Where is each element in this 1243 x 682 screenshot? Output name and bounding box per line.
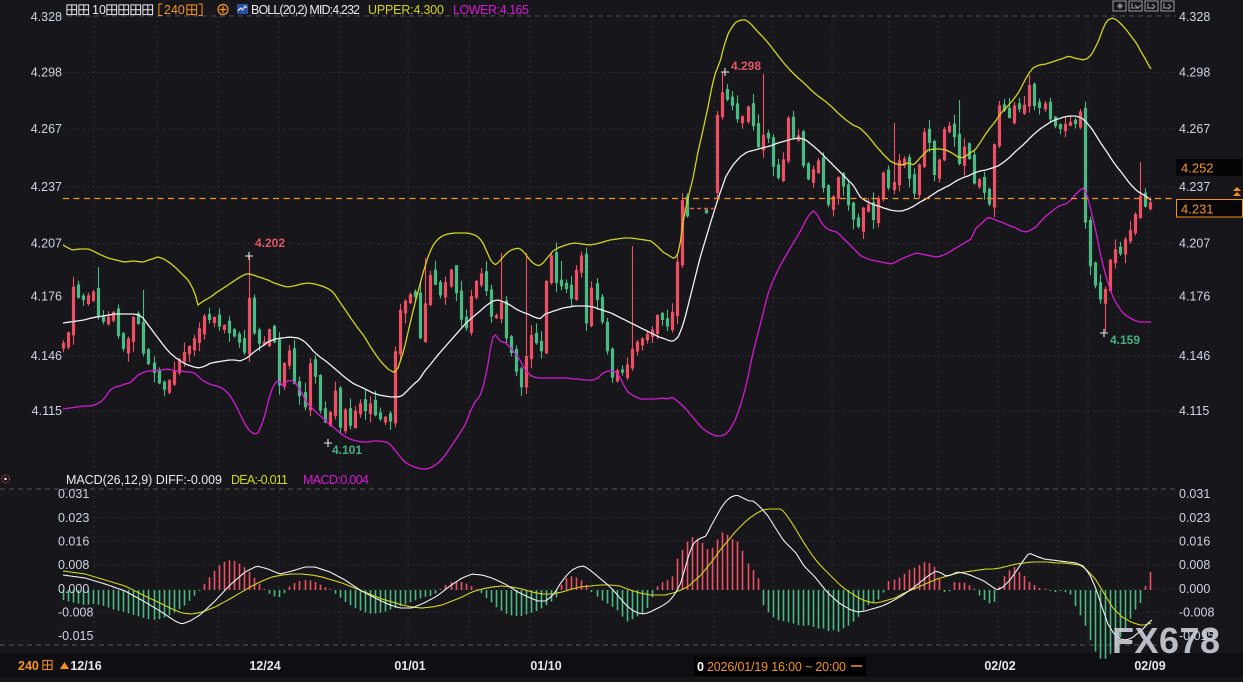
svg-text:FX678: FX678 <box>1112 620 1221 661</box>
svg-text:-0.015: -0.015 <box>58 629 93 643</box>
svg-text:4.298: 4.298 <box>1179 66 1210 80</box>
svg-text:01/01: 01/01 <box>394 659 425 673</box>
svg-text:2026/01/19 16:00 ~ 20:00: 2026/01/19 16:00 ~ 20:00 <box>707 660 846 674</box>
svg-text:4.207: 4.207 <box>1179 237 1210 251</box>
svg-text:DEA:-0.011: DEA:-0.011 <box>231 473 288 487</box>
svg-text:4.237: 4.237 <box>31 180 62 194</box>
svg-text:12/24: 12/24 <box>249 659 280 673</box>
svg-text:4.207: 4.207 <box>31 237 62 251</box>
svg-text:4.101: 4.101 <box>332 443 362 457</box>
svg-text:0.000: 0.000 <box>58 582 89 596</box>
svg-text:4.252: 4.252 <box>1181 161 1214 176</box>
svg-text:-0.008: -0.008 <box>58 606 93 620</box>
svg-text:0.000: 0.000 <box>1179 582 1210 596</box>
svg-text:240: 240 <box>18 659 39 673</box>
svg-text:-0.008: -0.008 <box>1179 606 1214 620</box>
svg-text:LOWER:4.165: LOWER:4.165 <box>453 3 529 17</box>
svg-text:240: 240 <box>164 3 185 17</box>
svg-text:4.115: 4.115 <box>1179 404 1209 418</box>
svg-text:0.016: 0.016 <box>1179 535 1210 549</box>
svg-text:0: 0 <box>697 660 704 674</box>
svg-text:4.202: 4.202 <box>255 236 285 250</box>
svg-text:02/09: 02/09 <box>1134 659 1165 673</box>
svg-text:4.176: 4.176 <box>1179 290 1210 304</box>
svg-text:10: 10 <box>92 3 106 17</box>
svg-text:0.008: 0.008 <box>58 558 89 572</box>
svg-text:4.267: 4.267 <box>31 122 62 136</box>
svg-text:4.328: 4.328 <box>31 10 62 24</box>
svg-text:12/16: 12/16 <box>70 659 101 673</box>
svg-text:4.159: 4.159 <box>1110 333 1140 347</box>
svg-text:4.328: 4.328 <box>1179 10 1210 24</box>
svg-text:4.115: 4.115 <box>32 404 62 418</box>
svg-text:01/10: 01/10 <box>530 659 561 673</box>
svg-text:0.016: 0.016 <box>58 535 89 549</box>
svg-text:4.176: 4.176 <box>31 290 62 304</box>
svg-text:4.267: 4.267 <box>1179 122 1210 136</box>
svg-text:4.298: 4.298 <box>731 59 761 73</box>
svg-text:0.008: 0.008 <box>1179 558 1210 572</box>
svg-text:UPPER:4.300: UPPER:4.300 <box>368 3 444 17</box>
svg-text:BOLL(20,2) MID:4.232: BOLL(20,2) MID:4.232 <box>251 3 360 17</box>
svg-text:0.023: 0.023 <box>58 511 89 525</box>
svg-text:MACD:0.004: MACD:0.004 <box>303 473 369 487</box>
svg-text:4.146: 4.146 <box>1179 349 1210 363</box>
svg-text:0.023: 0.023 <box>1179 511 1210 525</box>
svg-text:4.237: 4.237 <box>1179 180 1210 194</box>
svg-text:4.298: 4.298 <box>31 66 62 80</box>
svg-text:4.231: 4.231 <box>1181 202 1214 217</box>
svg-text:0.031: 0.031 <box>58 487 89 501</box>
svg-text:02/02: 02/02 <box>984 659 1015 673</box>
svg-text:MACD(26,12,9) DIFF:-0.009: MACD(26,12,9) DIFF:-0.009 <box>66 473 222 487</box>
svg-text:0.031: 0.031 <box>1179 487 1210 501</box>
svg-text:4.146: 4.146 <box>31 349 62 363</box>
